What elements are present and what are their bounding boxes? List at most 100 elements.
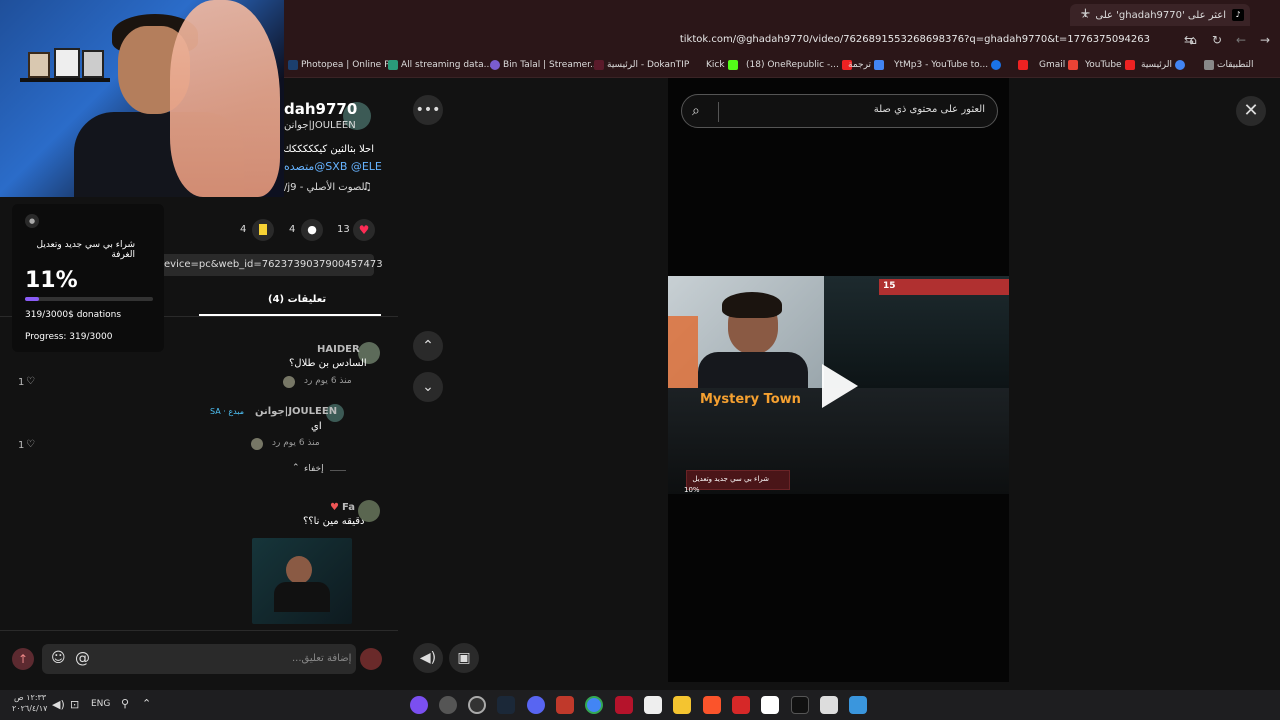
taskbar-app-icon[interactable] xyxy=(468,696,486,714)
back-icon[interactable]: ← xyxy=(1232,33,1250,47)
taskbar-store-icon[interactable] xyxy=(820,696,838,714)
taskbar-steam-icon[interactable] xyxy=(497,696,515,714)
reply-heart-icon[interactable]: ♡ xyxy=(26,439,35,450)
volume-tray-icon[interactable]: ◀) xyxy=(52,698,65,711)
collapse-replies[interactable]: إخفاء xyxy=(304,464,324,474)
language-indicator[interactable]: ENG xyxy=(91,699,110,709)
kick-icon xyxy=(727,60,738,70)
link-box[interactable]: evice=pc&web_id=7623739037900457473 xyxy=(160,254,383,276)
video-hud-number: 15 xyxy=(883,281,896,291)
tray-chevron-up-icon[interactable]: ⌃ xyxy=(142,697,151,710)
bookmark-home[interactable]: الرئيسية xyxy=(1141,60,1185,70)
play-icon[interactable] xyxy=(822,364,858,408)
network-tray-icon[interactable]: ⊡ xyxy=(70,698,79,711)
bookmark-dokantip[interactable]: الرئيسية - DokanTIP xyxy=(594,60,689,70)
my-avatar[interactable] xyxy=(360,648,382,670)
taskbar-app-icon[interactable] xyxy=(410,696,428,714)
reload-icon[interactable]: ↻ xyxy=(1208,33,1226,47)
bintalal-icon xyxy=(490,60,500,70)
comment-image[interactable] xyxy=(252,538,352,624)
comment-meta[interactable]: منذ 6 يوم رد xyxy=(304,376,352,386)
bookmark-label: YtMp3 - YouTube to... xyxy=(894,60,989,70)
bookmark-ytmp3[interactable]: YtMp3 - YouTube to... xyxy=(894,60,1002,70)
reply-author-name[interactable]: جوانن|JOULEEN xyxy=(255,406,337,417)
author-username[interactable]: dah9770 xyxy=(284,100,357,118)
music-note-icon: ♫ xyxy=(362,180,372,193)
taskbar-app-icon[interactable] xyxy=(556,696,574,714)
url-text[interactable]: tiktok.com/@ghadah9770/video/76268915532… xyxy=(680,34,1150,45)
tab-comments[interactable]: تعليقات (4) xyxy=(268,294,326,305)
caption-mentions[interactable]: متصده@SXB @ELE xyxy=(284,160,382,173)
forward-icon[interactable]: → xyxy=(1256,33,1274,47)
taskbar-file-icon[interactable] xyxy=(644,696,662,714)
send-button[interactable]: ↑ xyxy=(12,648,34,670)
chevron-down-icon: ⌄ xyxy=(422,379,434,395)
gmail-icon xyxy=(1068,60,1079,70)
bookmark-gmail[interactable]: Gmail xyxy=(1039,60,1079,70)
taskbar-tiktok-icon[interactable] xyxy=(791,696,809,714)
taskbar-app-icon[interactable] xyxy=(615,696,633,714)
taskbar-obs-icon[interactable] xyxy=(439,696,457,714)
taskbar-brave-icon[interactable] xyxy=(703,696,721,714)
chevron-up-icon: ⌃ xyxy=(422,338,434,354)
mention-button[interactable]: @ xyxy=(75,649,90,667)
donation-title: شراء بي سي جديد وتعديل الغرفة xyxy=(36,240,136,260)
bookmark-streaming[interactable]: All streaming data... xyxy=(388,60,492,70)
comment-bubble-icon: ● xyxy=(307,223,317,236)
bookmark-youtube-red[interactable] xyxy=(1018,60,1028,70)
miniplayer-button[interactable]: ▣ xyxy=(449,643,479,673)
search-icon[interactable]: ⌕ xyxy=(692,103,700,119)
more-options-button[interactable]: ••• xyxy=(413,95,443,125)
taskbar-capcut-icon[interactable] xyxy=(761,696,779,714)
next-video-button[interactable]: ⌄ xyxy=(413,372,443,402)
like-button[interactable]: ♥ xyxy=(353,219,375,241)
reply-avatar xyxy=(251,438,263,450)
collapse-chevron-icon[interactable]: ⌃ xyxy=(292,463,300,473)
close-video-button[interactable]: ✕ xyxy=(1236,96,1266,126)
microphone-icon[interactable]: ⚲ xyxy=(121,697,129,710)
save-count: 4 xyxy=(240,224,247,235)
comment-text: السادس بن طلال؟ xyxy=(289,358,367,369)
heart-icon: ♥ xyxy=(358,223,370,237)
new-tab-button[interactable]: + xyxy=(1080,6,1091,21)
bookmark-photopea[interactable]: Photopea | Online P... xyxy=(288,60,397,70)
bookmark-bintalal[interactable]: Bin Talal | Streamer... xyxy=(490,60,599,70)
clock-date[interactable]: ٢٠٢٦/٤/١٧ xyxy=(12,704,47,713)
webcam-frame xyxy=(28,52,50,78)
reply-meta[interactable]: منذ 6 يوم رد xyxy=(272,438,320,448)
comment-button[interactable]: ● xyxy=(301,219,323,241)
browser-tab[interactable]: × اعثر على 'ghadah9770' على ♪ xyxy=(1070,4,1250,26)
heart-mini-icon: ♥ xyxy=(330,502,339,513)
commenter-name[interactable]: HAIDER xyxy=(317,344,360,355)
taskbar-start-icon[interactable] xyxy=(849,696,867,714)
bookmark-label: Gmail xyxy=(1039,60,1066,70)
taskbar-folder-icon[interactable] xyxy=(673,696,691,714)
webcam-person-hand xyxy=(170,0,280,197)
video-lamp xyxy=(668,316,698,388)
translate-icon xyxy=(874,60,885,70)
commenter-name[interactable]: Fa xyxy=(342,502,355,513)
comment-input[interactable]: ☺ @ إضافة تعليق... xyxy=(42,644,356,674)
sound-label[interactable]: الصوت الأصلي - j9/ xyxy=(284,182,367,193)
comment-text: دقيقه مين نا؟؟ xyxy=(303,516,365,527)
previous-video-button[interactable]: ⌃ xyxy=(413,331,443,361)
bookmark-youtube[interactable]: YouTube xyxy=(1085,60,1135,70)
taskbar-app-icon[interactable] xyxy=(732,696,750,714)
photopea-icon xyxy=(288,60,298,70)
bookmark-onerepublic[interactable]: (18) OneRepublic -... xyxy=(746,60,852,70)
volume-button[interactable]: ◀) xyxy=(413,643,443,673)
related-search-input[interactable]: ⌕ العثور على محتوى ذي صلة xyxy=(681,94,998,128)
save-button[interactable] xyxy=(252,219,274,241)
comment-heart-icon[interactable]: ♡ xyxy=(26,376,35,387)
emoji-icon[interactable]: ☺ xyxy=(51,650,66,666)
comment-like-count: 1 xyxy=(18,377,25,388)
taskbar-discord-icon[interactable] xyxy=(527,696,545,714)
bookmark-translate[interactable]: ترجمة xyxy=(848,60,885,70)
clock-time[interactable]: ١٢:٣٣ ص xyxy=(14,693,46,702)
home-icon[interactable]: ⌂ xyxy=(1184,33,1202,47)
video-player[interactable]: 15 Mystery Town Mystery Town شراء بي سي … xyxy=(668,276,1009,494)
taskbar-chrome-icon[interactable] xyxy=(585,696,603,714)
bookmark-kick[interactable]: Kick xyxy=(706,60,738,70)
bookmark-apps[interactable]: التطبيقات xyxy=(1204,60,1254,70)
bookmark-label: ترجمة xyxy=(848,60,872,70)
